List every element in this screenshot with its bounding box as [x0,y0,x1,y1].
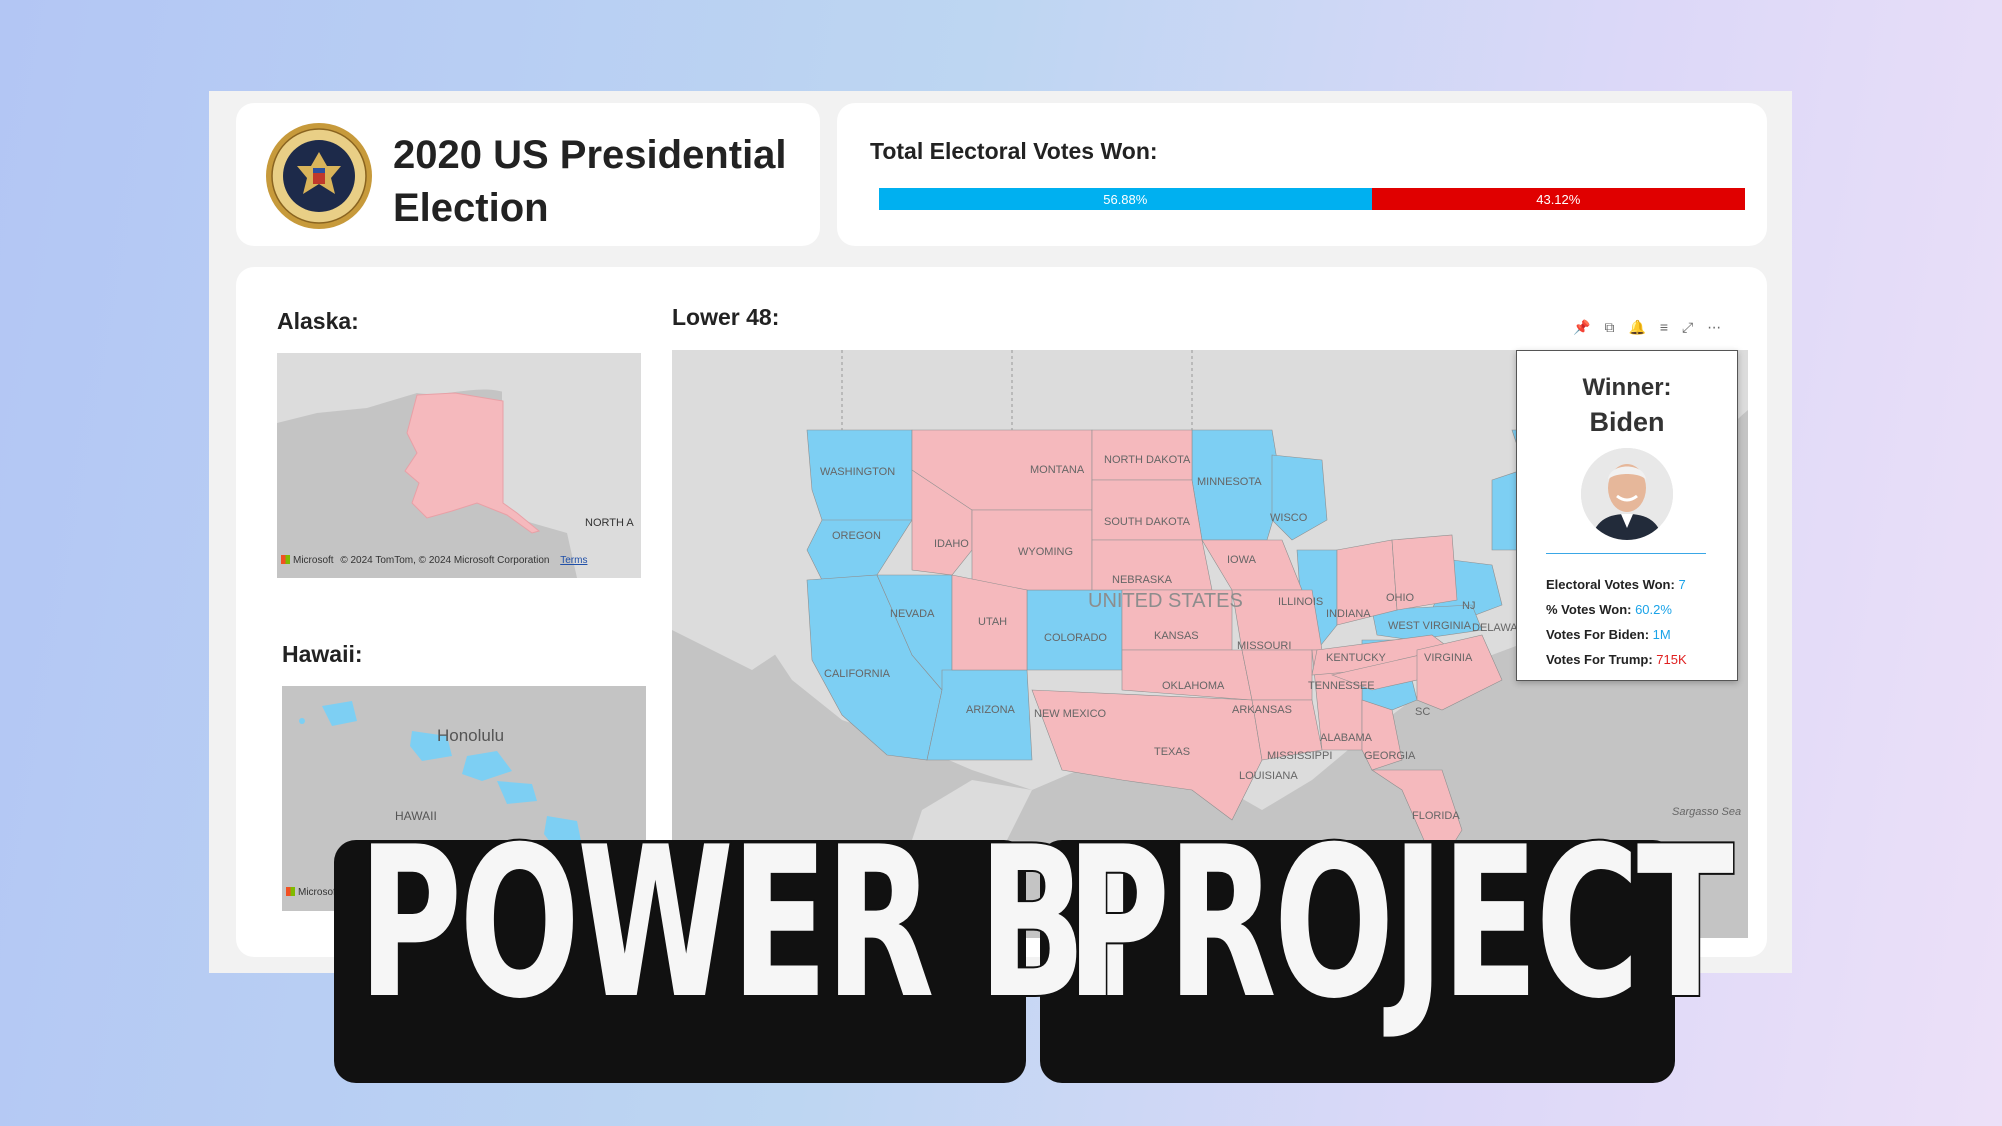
thumbnail-canvas: 2020 US Presidential Election Total Elec… [0,0,2002,1126]
map-place-washington: WASHINGTON [820,466,896,478]
filter-icon[interactable]: ≡ [1660,319,1668,336]
tooltip-row: Electoral Votes Won: 7 [1546,577,1686,592]
title-card: 2020 US Presidential Election [236,103,820,246]
tooltip-row: Votes For Biden: 1M [1546,627,1671,642]
tooltip-row-label: Votes For Biden: [1546,627,1653,642]
map-place-iowa: IOWA [1227,554,1256,566]
alaska-map[interactable]: NORTH A Microsoft © 2024 TomTom, © 2024 … [277,353,641,578]
map-place-alabama: ALABAMA [1320,732,1372,744]
tooltip-row-value: 1M [1652,627,1671,642]
tooltip-row-value: 715K [1656,652,1687,667]
map-place-louisiana: LOUISIANA [1239,770,1298,782]
hawaii-label: Hawaii: [282,641,363,667]
map-place-texas: TEXAS [1154,746,1191,758]
map-place-oregon: OREGON [832,530,881,542]
map-place-montana: MONTANA [1030,464,1085,476]
candidate-portrait-icon [1581,448,1673,540]
map-place-utah: UTAH [978,616,1008,628]
terms-link[interactable]: Terms [560,555,587,566]
map-place-illinois: ILLINOIS [1278,596,1324,608]
map-place-kentucky: KENTUCKY [1326,652,1386,664]
map-place-ohio: OHIO [1386,592,1415,604]
microsoft-logo-icon [281,555,290,564]
copy-icon[interactable]: ⧉ [1604,319,1614,336]
map-place-idaho: IDAHO [934,538,969,550]
hawaii-place-honolulu: Honolulu [437,726,505,745]
map-place-california: CALIFORNIA [824,668,891,680]
map-place-kansas: KANSAS [1154,630,1199,642]
winner-tooltip: Winner: Biden Electoral Votes Won: 7 % Vo… [1516,350,1738,681]
map-place-north-dakota: NORTH DAKOTA [1104,454,1191,466]
presidential-seal-icon [266,123,372,229]
map-place-south-dakota: SOUTH DAKOTA [1104,516,1190,528]
map-place-colorado: COLORADO [1044,632,1107,644]
electoral-votes-bar[interactable]: 56.88% 43.12% [879,188,1745,210]
map-place-wisconsin: WISCO [1270,512,1308,524]
map-place-united-states: UNITED STATES [1088,590,1243,612]
tooltip-row-label: % Votes Won: [1546,602,1636,617]
alaska-attribution: Microsoft © 2024 TomTom, © 2024 Microsof… [281,555,587,566]
map-place-indiana: INDIANA [1326,608,1371,620]
map-place-virginia: VIRGINIA [1424,652,1473,664]
tooltip-row-label: Electoral Votes Won: [1546,577,1679,592]
tooltip-row: Votes For Trump: 715K [1546,652,1687,667]
tooltip-row-label: Votes For Trump: [1546,652,1657,667]
microsoft-logo-icon [286,887,295,896]
alaska-place-north: NORTH A [585,517,634,529]
hawaii-attribution: Microsoft [286,887,339,898]
focus-icon[interactable]: ⤢ [1682,319,1693,336]
tooltip-row-value: 7 [1678,577,1686,592]
map-place-tennessee: TENNESSEE [1308,680,1375,692]
map-place-georgia: GEORGIA [1364,750,1416,762]
bar-segment-trump[interactable]: 43.12% [1371,188,1745,210]
bell-icon[interactable]: 🔔 [1628,319,1645,336]
candidate-photo [1581,448,1673,540]
tooltip-divider [1546,553,1706,554]
map-place-arkansas: ARKANSAS [1232,704,1292,716]
tooltip-winner-name: Biden [1589,407,1665,437]
map-place-nevada: NEVADA [890,608,935,620]
map-place-nebraska: NEBRASKA [1112,574,1172,586]
alaska-label: Alaska: [277,308,359,334]
microsoft-label: Microsoft [293,555,334,566]
map-place-minnesota: MINNESOTA [1197,476,1262,488]
visual-toolbar: 📌 ⧉ 🔔 ≡ ⤢ ⋯ [1573,319,1721,336]
lower48-label: Lower 48: [672,304,780,330]
electoral-votes-label: Total Electoral Votes Won: [870,138,1158,164]
map-place-new-mexico: NEW MEXICO [1034,708,1107,720]
pin-icon[interactable]: 📌 [1573,319,1590,336]
tooltip-row: % Votes Won: 60.2% [1546,602,1672,617]
map-place-arizona: ARIZONA [966,704,1015,716]
microsoft-label: Microsoft [298,887,339,898]
bar-segment-biden[interactable]: 56.88% [879,188,1372,210]
attribution-text: © 2024 TomTom, © 2024 Microsoft Corporat… [340,555,550,566]
map-place-oklahoma: OKLAHOMA [1162,680,1225,692]
banner-word-power-bi: POWER BI [356,803,1137,1045]
electoral-votes-card: Total Electoral Votes Won: 56.88% 43.12% [837,103,1767,246]
map-place-nj: NJ [1462,600,1476,612]
page-title: 2020 US Presidential Election [393,133,787,230]
more-icon[interactable]: ⋯ [1707,319,1721,336]
map-place-mississippi: MISSISSIPPI [1267,750,1333,762]
map-place-wyoming: WYOMING [1018,546,1073,558]
map-place-west-virginia: WEST VIRGINIA [1388,620,1471,632]
tooltip-row-value: 60.2% [1635,602,1672,617]
map-place-missouri: MISSOURI [1237,640,1292,652]
map-place-sc: SC [1415,706,1431,718]
tooltip-winner-label: Winner: [1582,374,1672,401]
banner-word-project: PROJECT [1064,803,1735,1045]
